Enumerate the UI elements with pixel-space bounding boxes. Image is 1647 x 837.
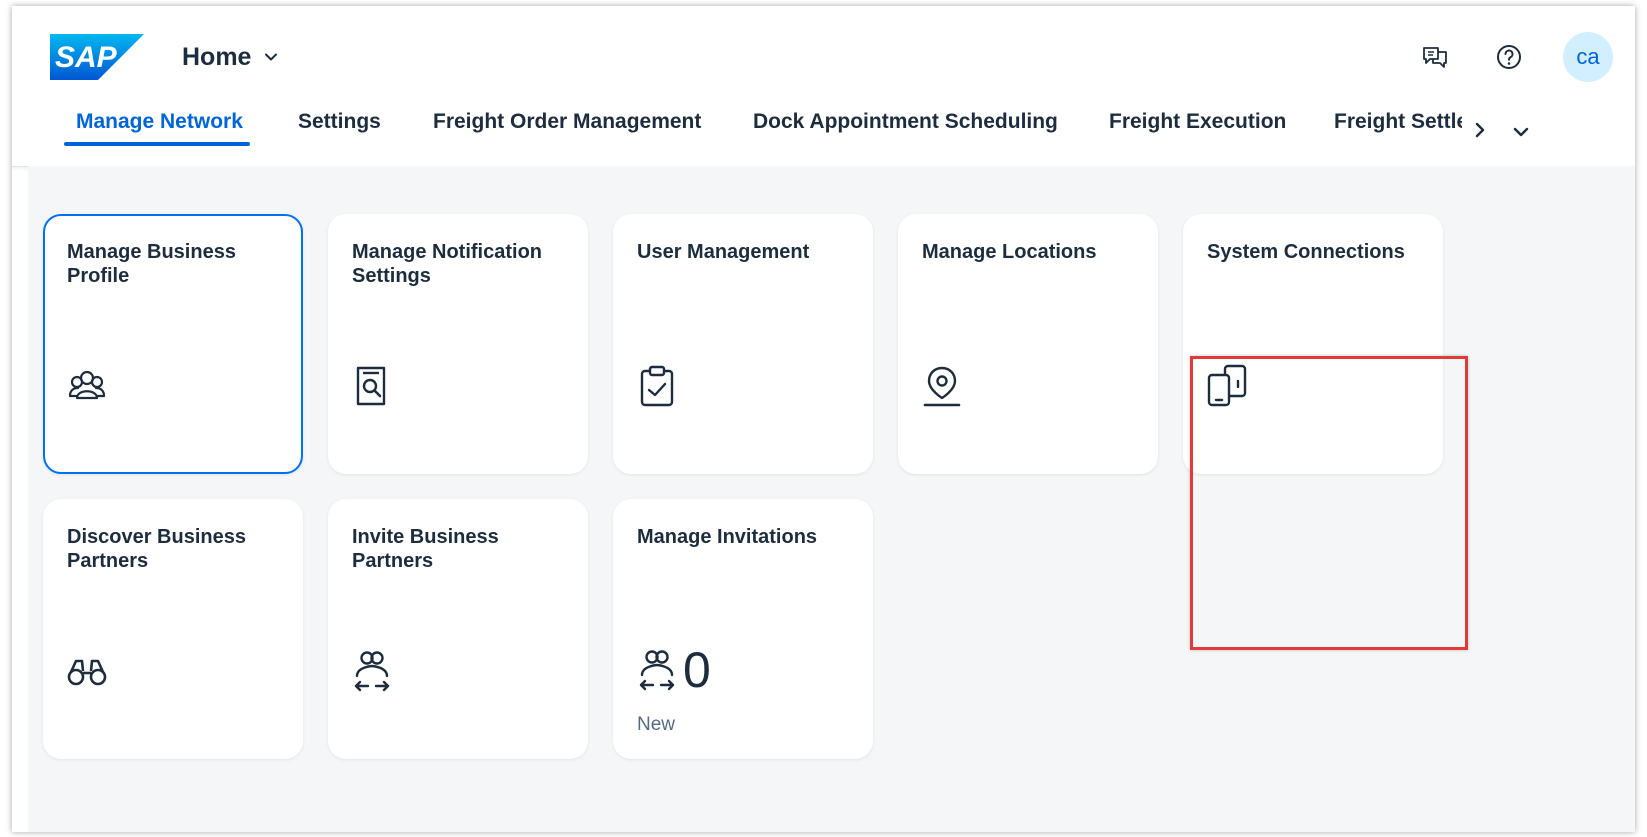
- tile-system-connections[interactable]: System Connections: [1183, 214, 1443, 474]
- binoculars-icon: [65, 649, 109, 693]
- tile-title: System Connections: [1207, 241, 1405, 263]
- group-transfer-icon: [350, 649, 394, 693]
- tab-clip: Freight Settlement: [1334, 100, 1462, 144]
- devices-icon-graphic: [1207, 364, 1247, 407]
- home-menu-button[interactable]: Home: [182, 42, 279, 72]
- user-avatar[interactable]: ca: [1563, 32, 1613, 82]
- kpi-value: 0: [683, 642, 711, 698]
- tab-manage-network[interactable]: Manage Network: [76, 100, 243, 144]
- tile-title: Manage Locations: [922, 241, 1097, 263]
- tile-title: Manage Invitations: [637, 526, 818, 548]
- tab-freight-settlement[interactable]: Freight Settlement: [1334, 100, 1462, 144]
- tile-title: Discover Business Partners: [67, 526, 246, 572]
- tab-freight-execution[interactable]: Freight Execution: [1109, 100, 1286, 144]
- tile-title: Manage Business Profile: [67, 241, 236, 287]
- tab-settings[interactable]: Settings: [298, 100, 381, 144]
- tile-manage-locations[interactable]: Manage Locations: [898, 214, 1158, 474]
- sap-logo[interactable]: SAP: [50, 34, 144, 80]
- group-transfer-icon-graphic: [354, 651, 390, 692]
- tab-freight-order-management[interactable]: Freight Order Management: [433, 100, 701, 144]
- group-icon-graphic: [68, 370, 106, 400]
- group-transfer-icon: [639, 650, 675, 691]
- tile-user-management[interactable]: User Management: [613, 214, 873, 474]
- chevron-down-icon[interactable]: [1509, 120, 1533, 144]
- location-pin-icon: [920, 364, 964, 408]
- joule-button[interactable]: [1415, 37, 1455, 77]
- binoculars-icon-graphic: [67, 659, 107, 686]
- document-search-icon: [350, 364, 394, 408]
- logo-text: SAP: [55, 41, 118, 74]
- kpi-row: 0: [635, 645, 711, 695]
- chevron-right-icon[interactable]: [1468, 118, 1492, 142]
- tile-discover-business-partners[interactable]: Discover Business Partners: [43, 499, 303, 759]
- location-pin-icon-graphic: [923, 366, 961, 407]
- tab-dock-appointment-scheduling[interactable]: Dock Appointment Scheduling: [753, 100, 1058, 144]
- kpi-unit: New: [637, 714, 676, 735]
- tile-container: Manage Business Profile Manage Notificat…: [28, 166, 1635, 832]
- home-title: Home: [182, 42, 252, 71]
- tile-manage-notification-settings[interactable]: Manage Notification Settings: [328, 214, 588, 474]
- tile-manage-invitations[interactable]: Manage Invitations 0 New: [613, 499, 873, 759]
- chat-icon: [1423, 47, 1447, 68]
- tile-title: Invite Business Partners: [352, 526, 499, 572]
- help-icon: [1497, 45, 1521, 69]
- app-window: SAP Home ca Manage Network Settings Frei…: [12, 6, 1635, 832]
- tile-manage-business-profile[interactable]: Manage Business Profile: [43, 214, 303, 474]
- shell-actions: ca: [1415, 32, 1613, 82]
- clipboard-check-icon: [635, 364, 679, 408]
- devices-icon: [1205, 364, 1249, 408]
- tile-invite-business-partners[interactable]: Invite Business Partners: [328, 499, 588, 759]
- clipboard-check-icon-graphic: [640, 365, 674, 407]
- shell-bar: SAP Home ca Manage Network Settings Frei…: [12, 6, 1635, 167]
- group-icon: [65, 364, 109, 408]
- tile-title: Manage Notification Settings: [352, 241, 543, 287]
- tile-title: User Management: [637, 241, 810, 263]
- chevron-down-icon: [265, 53, 278, 61]
- active-tab-indicator: [64, 142, 250, 146]
- help-button[interactable]: [1489, 37, 1529, 77]
- document-search-icon-graphic: [356, 366, 386, 406]
